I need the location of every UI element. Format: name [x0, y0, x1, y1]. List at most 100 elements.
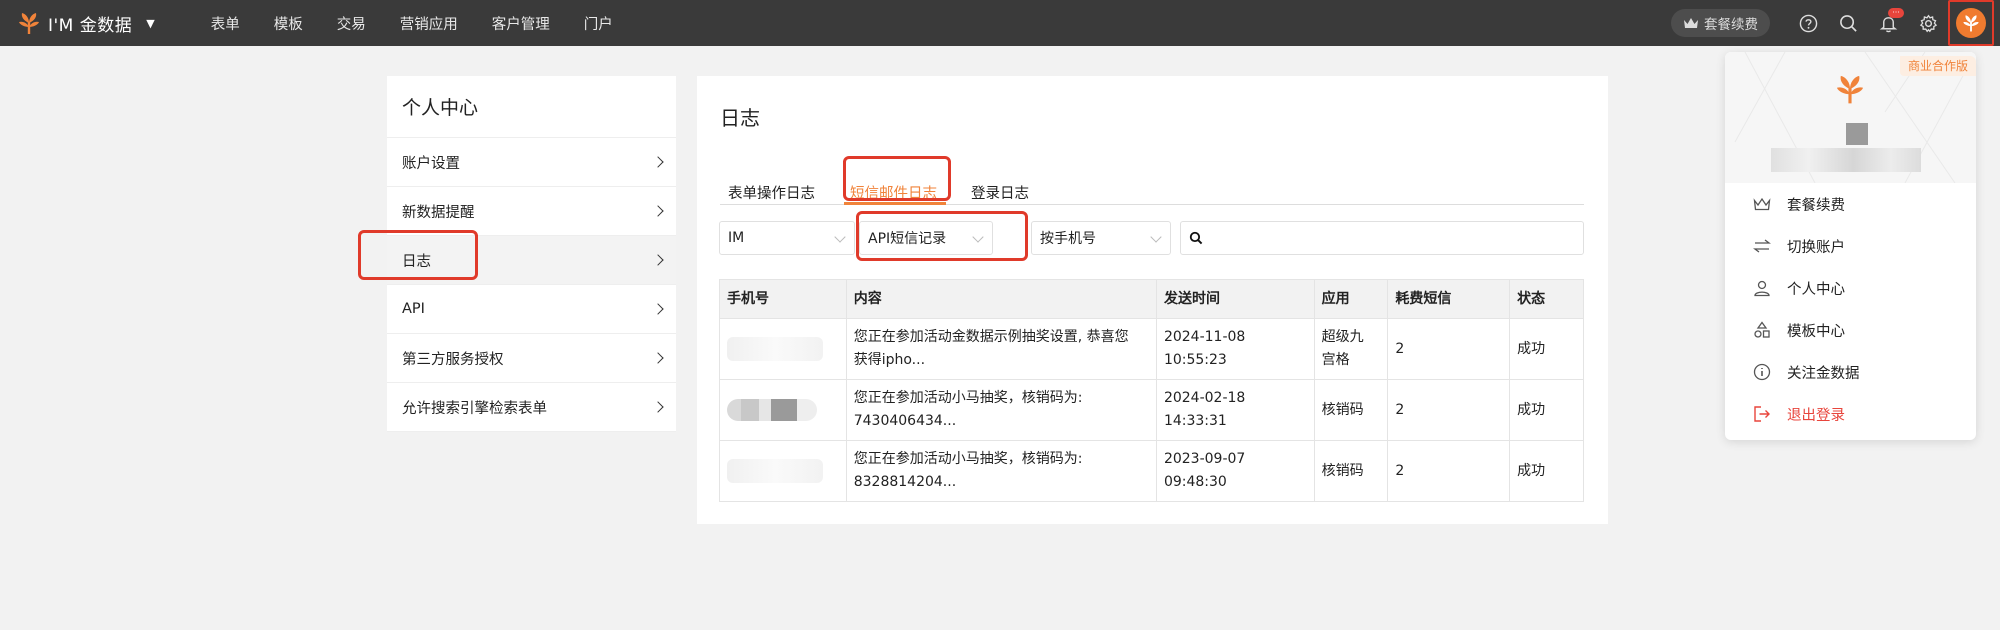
menu-item-logout[interactable]: 退出登录	[1725, 393, 1976, 435]
content-line: 8328814204...	[853, 474, 957, 490]
brand[interactable]: I'M 金数据 ▼	[16, 0, 155, 46]
brand-menu-caret-icon[interactable]: ▼	[146, 17, 154, 30]
source-select[interactable]: IM	[719, 221, 855, 255]
swap-icon	[1753, 239, 1771, 253]
redacted-username	[1771, 148, 1921, 172]
app-name: 宫格	[1321, 352, 1350, 368]
status-cell: 成功	[1509, 441, 1583, 501]
content-line: 您正在参加活动小马抽奖，核销码为:	[853, 390, 1083, 406]
notification-badge: ···	[1888, 8, 1904, 18]
user-menu-header: 商业合作版	[1725, 52, 1976, 183]
sidebar-item-new-data-alert[interactable]: 新数据提醒	[387, 187, 676, 236]
sms-cost-cell: 2	[1387, 380, 1509, 440]
source-select-value: IM	[728, 230, 745, 246]
sms-cost-cell: 2	[1387, 441, 1509, 501]
chevron-right-icon	[652, 303, 664, 315]
sidebar-item-account-settings[interactable]: 账户设置	[387, 138, 676, 187]
tab-form-operation-log[interactable]: 表单操作日志	[728, 182, 815, 203]
page-title: 日志	[720, 106, 760, 130]
highlight-sms-email-tab	[843, 156, 951, 201]
menu-item-follow[interactable]: 关注金数据	[1725, 351, 1976, 393]
top-navbar: I'M 金数据 ▼ 表单 模板 交易 营销应用 客户管理 门户 套餐续费 ···	[0, 0, 2000, 46]
notifications-button[interactable]: ···	[1868, 0, 1908, 46]
content-cell: 您正在参加活动小马抽奖，核销码为: 7430406434...	[845, 380, 1156, 440]
nav-item-marketing[interactable]: 营销应用	[400, 13, 458, 34]
avatar	[1956, 8, 1986, 38]
info-icon	[1753, 363, 1771, 381]
content-cell: 您正在参加活动金数据示例抽奖设置, 恭喜您 获得ipho...	[845, 319, 1156, 379]
table-row: 您正在参加活动金数据示例抽奖设置, 恭喜您 获得ipho... 2024-11-0…	[720, 318, 1583, 379]
chevron-right-icon	[652, 254, 664, 266]
logs-panel: 日志 表单操作日志 短信邮件日志 登录日志 IM API短信记录 按手机号 手机…	[697, 76, 1608, 524]
settings-button[interactable]	[1908, 0, 1948, 46]
status-cell: 成功	[1509, 380, 1583, 440]
brand-name: I'M 金数据	[48, 15, 133, 36]
menu-item-personal-center[interactable]: 个人中心	[1725, 267, 1976, 309]
sidebar-item-label: 新数据提醒	[402, 204, 475, 221]
phone-search-input[interactable]	[1180, 221, 1584, 255]
sidebar-item-third-party-auth[interactable]: 第三方服务授权	[387, 334, 676, 383]
nav-item-templates[interactable]: 模板	[274, 13, 303, 34]
phone-cell	[720, 380, 846, 440]
help-icon	[1799, 14, 1817, 32]
menu-item-label: 套餐续费	[1787, 197, 1845, 214]
search-icon	[1839, 14, 1857, 32]
plan-tag: 商业合作版	[1899, 56, 1976, 76]
nav-item-transactions[interactable]: 交易	[337, 13, 366, 34]
highlight-logs-sidebar-item	[358, 230, 478, 280]
menu-item-label: 模板中心	[1787, 323, 1845, 340]
chevron-right-icon	[652, 352, 664, 364]
sms-cost-cell: 2	[1387, 319, 1509, 379]
column-header-status: 状态	[1509, 280, 1583, 318]
shapes-icon	[1754, 321, 1770, 338]
menu-item-renew-plan[interactable]: 套餐续费	[1725, 183, 1976, 225]
column-header-send-time: 发送时间	[1155, 280, 1314, 318]
menu-item-switch-account[interactable]: 切换账户	[1725, 225, 1976, 267]
sidebar-item-search-engine-index[interactable]: 允许搜索引擎检索表单	[387, 383, 676, 432]
brand-logo-icon	[1836, 75, 1864, 104]
menu-item-label: 个人中心	[1787, 281, 1845, 298]
menu-item-label: 切换账户	[1787, 239, 1845, 256]
highlight-record-type-select	[856, 211, 1028, 261]
menu-item-template-center[interactable]: 模板中心	[1725, 309, 1976, 351]
user-icon	[1754, 280, 1770, 297]
chevron-right-icon	[652, 156, 664, 168]
logout-icon	[1754, 406, 1770, 422]
search-icon	[1189, 231, 1203, 245]
chevron-right-icon	[652, 401, 664, 413]
sidebar-item-api[interactable]: API	[387, 285, 676, 334]
redacted-avatar	[1846, 123, 1868, 145]
user-avatar-button[interactable]	[1948, 0, 1994, 46]
content-cell: 您正在参加活动小马抽奖，核销码为: 8328814204...	[845, 441, 1156, 501]
search-button[interactable]	[1828, 0, 1868, 46]
sidebar-item-label: 账户设置	[402, 155, 460, 172]
send-date: 2023-09-07	[1163, 451, 1246, 467]
nav-item-customers[interactable]: 客户管理	[492, 13, 550, 34]
chevron-down-icon	[1150, 231, 1162, 243]
send-date: 2024-11-08	[1163, 329, 1246, 345]
column-header-sms-cost: 耗费短信	[1387, 280, 1509, 318]
nav-item-portal[interactable]: 门户	[584, 13, 613, 34]
content-line: 7430406434...	[853, 413, 957, 429]
send-date: 2024-02-18	[1163, 390, 1246, 406]
search-by-select-value: 按手机号	[1040, 231, 1096, 247]
sms-log-table: 手机号 内容 发送时间 应用 耗费短信 状态 您正在参加活动金数据示例抽奖设置,…	[719, 279, 1584, 502]
phone-cell	[720, 441, 846, 501]
redacted-phone	[727, 459, 823, 483]
menu-item-label: 关注金数据	[1787, 365, 1860, 382]
search-by-select[interactable]: 按手机号	[1031, 221, 1171, 255]
help-button[interactable]	[1788, 0, 1828, 46]
table-header-row: 手机号 内容 发送时间 应用 耗费短信 状态	[720, 280, 1583, 318]
nav-item-forms[interactable]: 表单	[211, 13, 240, 34]
chevron-right-icon	[652, 205, 664, 217]
renew-plan-button[interactable]: 套餐续费	[1671, 9, 1770, 37]
top-right-tools: 套餐续费 ···	[1671, 0, 2000, 46]
send-time: 14:33:31	[1163, 413, 1227, 429]
send-time: 10:55:23	[1163, 352, 1227, 368]
table-row: 您正在参加活动小马抽奖，核销码为: 7430406434... 2024-02-1…	[720, 379, 1583, 440]
column-header-content: 内容	[845, 280, 1156, 318]
content-line: 获得ipho...	[853, 352, 926, 368]
content-line: 您正在参加活动小马抽奖，核销码为:	[853, 451, 1083, 467]
tab-login-log[interactable]: 登录日志	[971, 182, 1029, 203]
app-cell: 核销码	[1313, 380, 1388, 440]
